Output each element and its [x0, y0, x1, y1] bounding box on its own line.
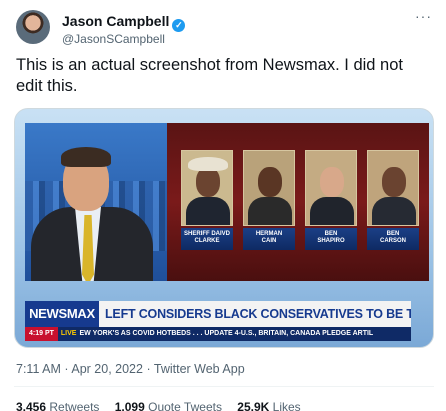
more-options-icon[interactable]: ···: [415, 8, 432, 24]
likes-count: 25.9K: [237, 400, 270, 411]
nameplate-line2: CARSON: [379, 238, 406, 244]
portrait-photo: [243, 150, 295, 226]
portrait-photo: [305, 150, 357, 226]
retweets-stat[interactable]: 3,456 Retweets: [16, 400, 99, 411]
chyron-headline: LEFT CONSIDERS BLACK CONSERVATIVES TO BE…: [99, 301, 411, 327]
likes-stat[interactable]: 25.9K Likes: [237, 400, 300, 411]
anchor-hair: [61, 147, 111, 167]
nameplate-line2: CAIN: [261, 238, 277, 244]
author-handle[interactable]: @JasonSCampbell: [62, 32, 165, 46]
news-ticker: 4:19 PT LIVE EW YORK'S AS COVID HOTBEDS . …: [25, 327, 411, 341]
portrait-photo: [367, 150, 419, 226]
tweet-text: This is an actual screenshot from Newsma…: [16, 56, 403, 95]
nameplate-line2: SHAPIRO: [317, 238, 345, 244]
divider: [14, 386, 434, 387]
portrait-nameplate: BEN SHAPIRO: [305, 228, 357, 250]
newsmax-logo: NEWSMAX: [25, 301, 99, 327]
avatar[interactable]: [16, 10, 50, 44]
engagement-stats: 3,456 Retweets 1,099 Quote Tweets 25.9K …: [16, 400, 313, 411]
lower-third: NEWSMAX LEFT CONSIDERS BLACK CONSERVATIV…: [15, 295, 433, 347]
portrait-nameplate: HERMAN CAIN: [243, 228, 295, 250]
portrait-photo: [181, 150, 233, 226]
quote-tweets-stat[interactable]: 1,099 Quote Tweets: [115, 400, 222, 411]
tweet-date[interactable]: Apr 20, 2022: [71, 362, 143, 376]
retweets-label: Retweets: [49, 400, 100, 411]
tweet-source[interactable]: Twitter Web App: [154, 362, 245, 376]
verified-badge-icon: ✓: [172, 19, 186, 32]
ticker-live: LIVE: [60, 330, 77, 337]
portrait-nameplate: SHERIFF DAIVD CLARKE: [181, 228, 233, 250]
author-name-row[interactable]: Jason Campbell ✓: [62, 13, 186, 32]
tweet-time[interactable]: 7:11 AM: [16, 362, 61, 376]
nameplate-line1: BEN: [386, 231, 400, 237]
nameplate-line1: SHERIFF DAIVD: [183, 231, 230, 237]
likes-label: Likes: [272, 400, 301, 411]
quote-tweets-label: Quote Tweets: [148, 400, 222, 411]
nameplate-line2: CLARKE: [194, 238, 220, 244]
ticker-text: EW YORK'S AS COVID HOTBEDS . . . UPDATE …: [79, 330, 374, 337]
portrait-nameplate: BEN CARSON: [367, 228, 419, 250]
nameplate-line1: HERMAN: [255, 231, 283, 237]
retweets-count: 3,456: [16, 400, 47, 411]
nameplate-line1: BEN: [324, 231, 338, 237]
ticker-time: 4:19 PT: [25, 327, 58, 341]
portraits-panel: SHERIFF DAIVD CLARKE HERMAN CAIN BEN SHA…: [167, 123, 429, 281]
author-name[interactable]: Jason Campbell: [62, 13, 169, 29]
tweet-header: Jason Campbell ✓ @JasonSCampbell ···: [10, 8, 436, 48]
quote-tweets-count: 1,099: [114, 400, 145, 411]
tweet-media-image[interactable]: SHERIFF DAIVD CLARKE HERMAN CAIN BEN SHA…: [14, 108, 434, 348]
anchor-video-panel: [25, 123, 167, 281]
tweet-metadata: 7:11 AM · Apr 20, 2022 · Twitter Web App: [16, 362, 245, 376]
